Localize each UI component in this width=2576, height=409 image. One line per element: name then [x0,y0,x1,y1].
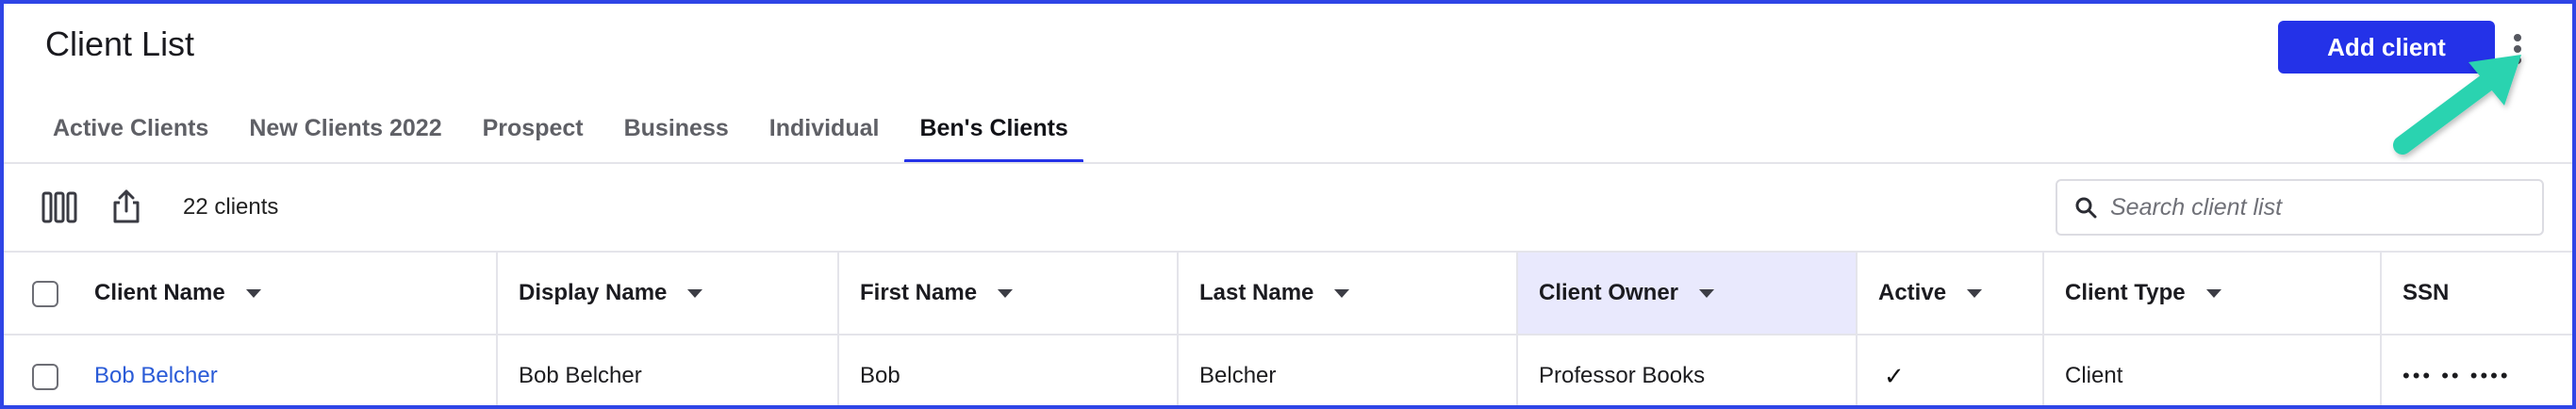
cell-first-name: Bob [837,335,1177,405]
cell-ssn: ••• •• •••• [2380,335,2572,405]
tab-prospect[interactable]: Prospect [468,102,599,164]
search-input[interactable] [2110,193,2525,221]
kebab-dot [2514,34,2521,41]
client-name-link[interactable]: Bob Belcher [94,363,218,389]
sort-caret-icon[interactable] [998,288,1014,298]
column-header-ssn[interactable]: SSN [2380,253,2572,334]
column-header-label: Client Type [2065,280,2186,305]
column-header-label: Display Name [519,280,668,305]
page-title: Client List [45,25,195,63]
sort-caret-icon[interactable] [1967,288,1983,298]
column-header-client-name[interactable]: Client Name [74,253,496,334]
cell-client-type: Client [2042,335,2380,405]
tab-active-clients[interactable]: Active Clients [38,102,223,164]
tab-new-clients-2022[interactable]: New Clients 2022 [234,102,456,164]
column-header-label: Last Name [1199,280,1314,305]
tab-individual[interactable]: Individual [754,102,895,164]
masked-ssn: ••• •• •••• [2403,364,2511,387]
row-checkbox[interactable] [32,364,58,390]
sort-caret-icon[interactable] [1334,288,1350,298]
client-table: Client Name Display Name First Name Last… [4,253,2572,405]
sort-caret-icon[interactable] [245,288,261,298]
app-frame: Client List Add client Active Clients Ne… [0,0,2576,409]
search-icon [2075,197,2097,219]
tabs-divider [4,162,2572,164]
tab-bens-clients[interactable]: Ben's Clients [904,102,1084,164]
share-export-icon[interactable] [111,188,141,224]
table-row[interactable]: Bob Belcher Bob Belcher Bob Belcher Prof… [4,335,2572,405]
select-all-checkbox[interactable] [32,281,58,307]
column-header-client-type[interactable]: Client Type [2042,253,2380,334]
column-header-active[interactable]: Active [1856,253,2042,334]
cell-active: ✓ [1856,335,2042,405]
column-header-last-name[interactable]: Last Name [1177,253,1516,334]
columns-icon[interactable] [41,190,77,224]
client-list-tabs: Active Clients New Clients 2022 Prospect… [38,102,1094,164]
table-header-row: Client Name Display Name First Name Last… [4,253,2572,335]
column-header-display-name[interactable]: Display Name [496,253,837,334]
column-header-label: Client Owner [1539,280,1679,305]
search-field[interactable] [2056,179,2544,236]
column-header-label: First Name [860,280,978,305]
sort-caret-icon[interactable] [2205,288,2221,298]
cell-display-name: Bob Belcher [496,335,837,405]
column-header-label: SSN [2403,280,2450,305]
column-header-client-owner[interactable]: Client Owner [1516,253,1856,334]
cell-last-name: Belcher [1177,335,1516,405]
checkmark-icon: ✓ [1884,361,1905,390]
cell-client-owner: Professor Books [1516,335,1856,405]
tab-business[interactable]: Business [609,102,744,164]
column-header-label: Active [1878,280,1947,305]
cell-client-name: Bob Belcher [74,335,496,405]
column-header-label: Client Name [94,280,225,305]
annotation-arrow-icon [2393,55,2521,155]
client-count: 22 clients [183,194,279,220]
sort-caret-icon[interactable] [1699,288,1715,298]
column-header-first-name[interactable]: First Name [837,253,1177,334]
sort-caret-icon[interactable] [687,288,703,298]
